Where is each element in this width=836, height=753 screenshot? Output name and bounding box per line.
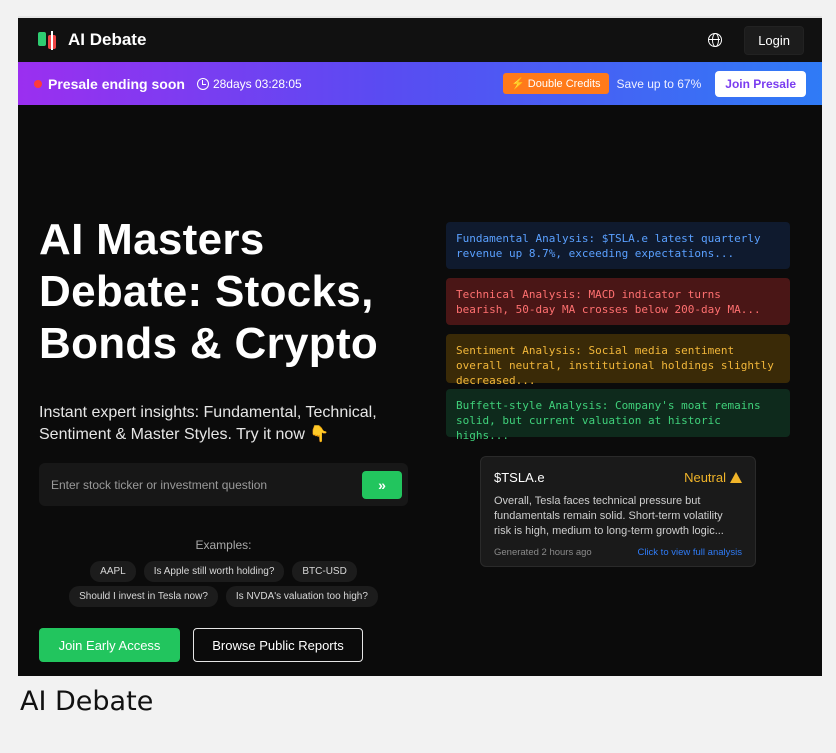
technical-analysis-card: Technical Analysis: MACD indicator turns… [446,278,790,325]
countdown-timer: 28days 03:28:05 [212,76,302,91]
warning-icon [730,472,742,483]
globe-icon[interactable] [708,33,723,47]
sentiment-badge: Neutral [684,470,742,485]
examples-label: Examples: [195,538,252,552]
top-navbar: AI Debate Login [18,18,822,62]
example-chip[interactable]: Is NVDA's valuation too high? [225,586,378,607]
summary-ticker: $TSLA.e [494,470,545,485]
hero-subtitle: Instant expert insights: Fundamental, Te… [39,404,377,443]
login-button[interactable]: Login [744,25,804,55]
candlestick-logo-icon [36,30,60,50]
double-credits-badge: ⚡ Double Credits [503,73,609,94]
example-chip[interactable]: Is Apple still worth holding? [143,561,285,582]
app-frame: AI Debate Login Presale ending soon 28da… [18,16,822,676]
hero-title-line: Debate: Stocks, [39,267,374,316]
save-text: Save up to 67% [616,76,702,91]
presale-banner: Presale ending soon 28days 03:28:05 ⚡ Do… [18,62,822,105]
buffett-analysis-card: Buffett-style Analysis: Company's moat r… [446,389,790,442]
presale-title: Presale ending soon [48,75,185,92]
search-box: » [39,463,408,506]
hero-title-line: Bonds & Crypto [39,319,379,368]
sentiment-analysis-card: Sentiment Analysis: Social media sentime… [446,334,790,387]
hero-title-line: AI Masters [39,215,265,264]
search-submit-button[interactable]: » [362,470,402,499]
view-full-analysis-link[interactable]: Click to view full analysis [637,547,742,558]
examples-row: Should I invest in Tesla now? Is NVDA's … [39,586,408,607]
page-caption: AI Debate [20,686,154,717]
example-chip[interactable]: Should I invest in Tesla now? [69,586,218,607]
browse-public-reports-button[interactable]: Browse Public Reports [193,628,363,662]
fundamental-analysis-card: Fundamental Analysis: $TSLA.e latest qua… [446,222,790,269]
summary-body: Overall, Tesla faces technical pressure … [494,495,724,537]
summary-card[interactable]: $TSLA.e Neutral Overall, Tesla faces tec… [480,456,756,567]
sentiment-label: Neutral [684,470,726,485]
search-input[interactable] [51,477,362,492]
join-early-access-button[interactable]: Join Early Access [39,628,180,662]
generated-time: Generated 2 hours ago [494,547,592,558]
join-presale-button[interactable]: Join Presale [715,70,806,97]
examples-row: AAPL Is Apple still worth holding? BTC-U… [39,561,408,582]
live-dot-icon [34,79,42,88]
hero-title: AI Masters Debate: Stocks, Bonds & Crypt… [39,214,429,370]
example-chip[interactable]: AAPL [90,561,136,582]
clock-icon [196,77,209,90]
brand-name: AI Debate [68,30,147,49]
example-chip[interactable]: BTC-USD [292,561,357,582]
